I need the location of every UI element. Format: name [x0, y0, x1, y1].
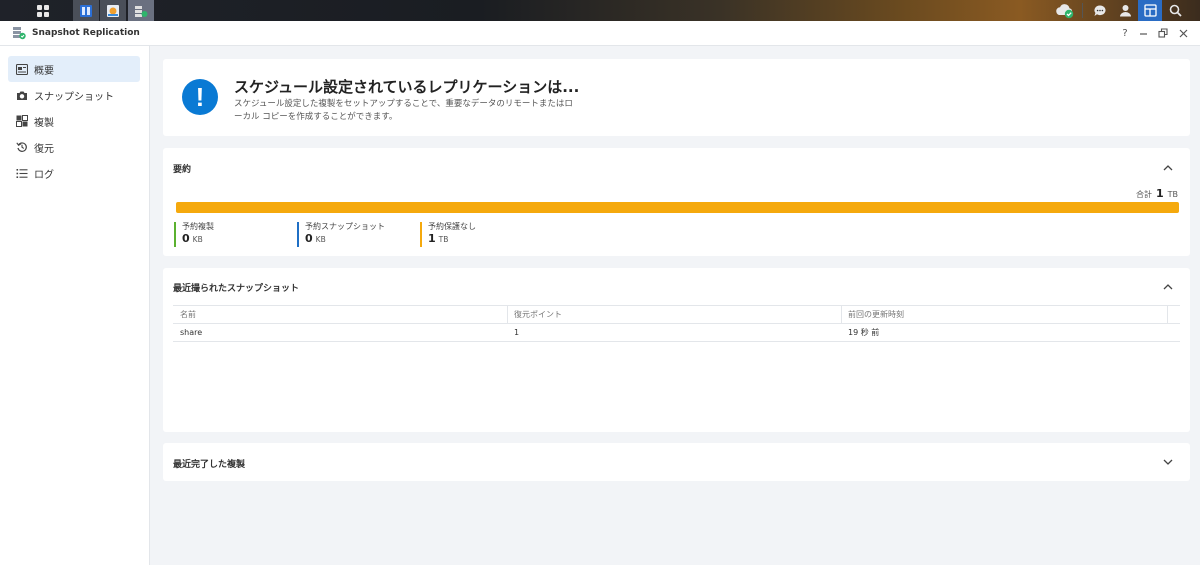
minimize-button[interactable]: [1136, 26, 1150, 40]
minimize-icon: [1139, 32, 1147, 35]
table-header-row: 名前 復元ポイント 前回の更新時刻: [173, 306, 1180, 324]
sidebar-item-label: スナップショット: [34, 91, 114, 103]
restore-icon: [16, 141, 28, 153]
sidebar-item-label: 概要: [34, 65, 54, 77]
log-list-icon: [16, 167, 28, 179]
taskbar-app-control-panel[interactable]: [100, 0, 126, 21]
total-value: 1: [1155, 187, 1164, 200]
sidebar-item-snapshots[interactable]: スナップショット: [8, 82, 140, 108]
camera-icon: [16, 89, 28, 101]
sidebar-item-label: 復元: [34, 143, 54, 155]
total-unit: TB: [1167, 190, 1178, 199]
recent-replications-card: 最近完了した複製: [163, 443, 1190, 481]
usage-bar: [176, 202, 1179, 213]
search-icon: [1169, 4, 1182, 17]
expand-replications-button[interactable]: [1162, 456, 1174, 468]
overview-icon: [16, 63, 28, 75]
stat-value: 1 TB: [428, 232, 476, 247]
cloud-sync-status-button[interactable]: [1053, 0, 1077, 21]
banner-desc-line: ーカル コピーを作成することができます。: [234, 112, 398, 122]
sidebar-item-overview[interactable]: 概要: [8, 56, 140, 82]
cell-restore-points: 1: [514, 328, 520, 337]
chevron-up-icon: [1163, 164, 1173, 170]
sidebar: 概要 スナップショット 複製 復元 ログ: [0, 46, 150, 565]
column-header-name[interactable]: 名前: [173, 306, 196, 324]
stat-number: 1: [428, 232, 436, 245]
info-exclamation-icon: !: [182, 79, 218, 115]
stat-label: 予約複製: [182, 222, 214, 231]
cell-name: share: [180, 328, 203, 337]
stat-unprotected: 予約保護なし 1 TB: [420, 222, 476, 247]
sidebar-item-label: ログ: [34, 169, 54, 181]
total-capacity: 合計 1 TB: [1136, 187, 1178, 200]
chevron-down-icon: [1163, 459, 1173, 465]
usage-bar-fill: [176, 202, 1179, 213]
cloud-check-icon: [1056, 3, 1074, 18]
snapshots-table: 名前 復元ポイント 前回の更新時刻 share 1 19 秒 前: [173, 305, 1180, 342]
widgets-button[interactable]: [1138, 0, 1162, 21]
close-icon: [1179, 29, 1187, 37]
replication-icon: [16, 115, 28, 127]
stat-value: 0 KB: [305, 232, 385, 247]
collapse-snapshots-button[interactable]: [1162, 280, 1174, 292]
sidebar-item-log[interactable]: ログ: [8, 160, 140, 186]
banner-description: スケジュール設定した複製をセットアップすることで、重要なデータのリモートまたはロ…: [234, 98, 574, 124]
window-title: Snapshot Replication: [32, 28, 140, 38]
stat-unit: KB: [192, 235, 203, 244]
main-menu-button[interactable]: [22, 0, 64, 21]
taskbar: [0, 0, 1200, 21]
column-header-restore-points[interactable]: 復元ポイント: [507, 306, 562, 324]
stat-unit: KB: [315, 235, 326, 244]
sidebar-item-replication[interactable]: 複製: [8, 108, 140, 134]
stat-reserved-replication: 予約複製 0 KB: [174, 222, 214, 247]
collapse-summary-button[interactable]: [1162, 161, 1174, 173]
sidebar-item-label: 複製: [34, 117, 54, 129]
chat-bubble-icon: [1094, 4, 1106, 16]
help-icon: ?: [1122, 27, 1128, 39]
recent-snapshots-card: 最近撮られたスナップショット 名前 復元ポイント 前回の更新時刻 share 1…: [163, 268, 1190, 432]
setup-banner-card: ! スケジュール設定されているレプリケーションは... スケジュール設定した複製…: [163, 59, 1190, 136]
column-header-last-updated[interactable]: 前回の更新時刻: [841, 306, 904, 324]
user-menu-button[interactable]: [1113, 0, 1137, 21]
summary-card: 要約 合計 1 TB 予約複製 0 KB 予約スナップショット 0 KB 予約保護な…: [163, 148, 1190, 256]
banner-desc-line: スケジュール設定した複製をセットアップすることで、重要なデータのリモートまたはロ: [234, 99, 573, 109]
stat-number: 0: [182, 232, 190, 245]
snapshot-replication-app-icon: [13, 27, 26, 40]
recent-snapshots-title: 最近撮られたスナップショット: [173, 284, 300, 294]
restore-button[interactable]: [1156, 26, 1170, 40]
help-button[interactable]: ?: [1118, 26, 1132, 40]
taskbar-app-snapshot-replication[interactable]: [128, 0, 154, 21]
file-station-icon: [80, 4, 92, 17]
control-panel-icon: [107, 4, 119, 17]
stat-number: 0: [305, 232, 313, 245]
sidebar-item-restore[interactable]: 復元: [8, 134, 140, 160]
widgets-icon: [1143, 4, 1157, 17]
stat-reserved-snapshot: 予約スナップショット 0 KB: [297, 222, 385, 247]
snapshot-replication-icon: [135, 5, 148, 17]
notifications-button[interactable]: [1088, 0, 1112, 21]
apps-grid-icon: [37, 4, 49, 17]
close-button[interactable]: [1176, 26, 1190, 40]
banner-title: スケジュール設定されているレプリケーションは...: [234, 78, 580, 96]
total-label: 合計: [1135, 190, 1152, 199]
search-button[interactable]: [1163, 0, 1187, 21]
window-titlebar: Snapshot Replication ?: [0, 21, 1200, 46]
stat-unit: TB: [438, 235, 449, 244]
cell-last-updated: 19 秒 前: [848, 328, 880, 337]
taskbar-app-file-station[interactable]: [73, 0, 99, 21]
restore-window-icon: [1158, 28, 1168, 38]
stat-label: 予約保護なし: [428, 222, 476, 231]
chevron-up-icon: [1163, 283, 1173, 289]
stat-label: 予約スナップショット: [305, 222, 385, 231]
user-icon: [1119, 5, 1131, 17]
stat-value: 0 KB: [182, 232, 214, 247]
summary-title: 要約: [173, 165, 192, 175]
recent-replications-title: 最近完了した複製: [173, 460, 246, 470]
table-row[interactable]: share 1 19 秒 前: [173, 324, 1180, 342]
